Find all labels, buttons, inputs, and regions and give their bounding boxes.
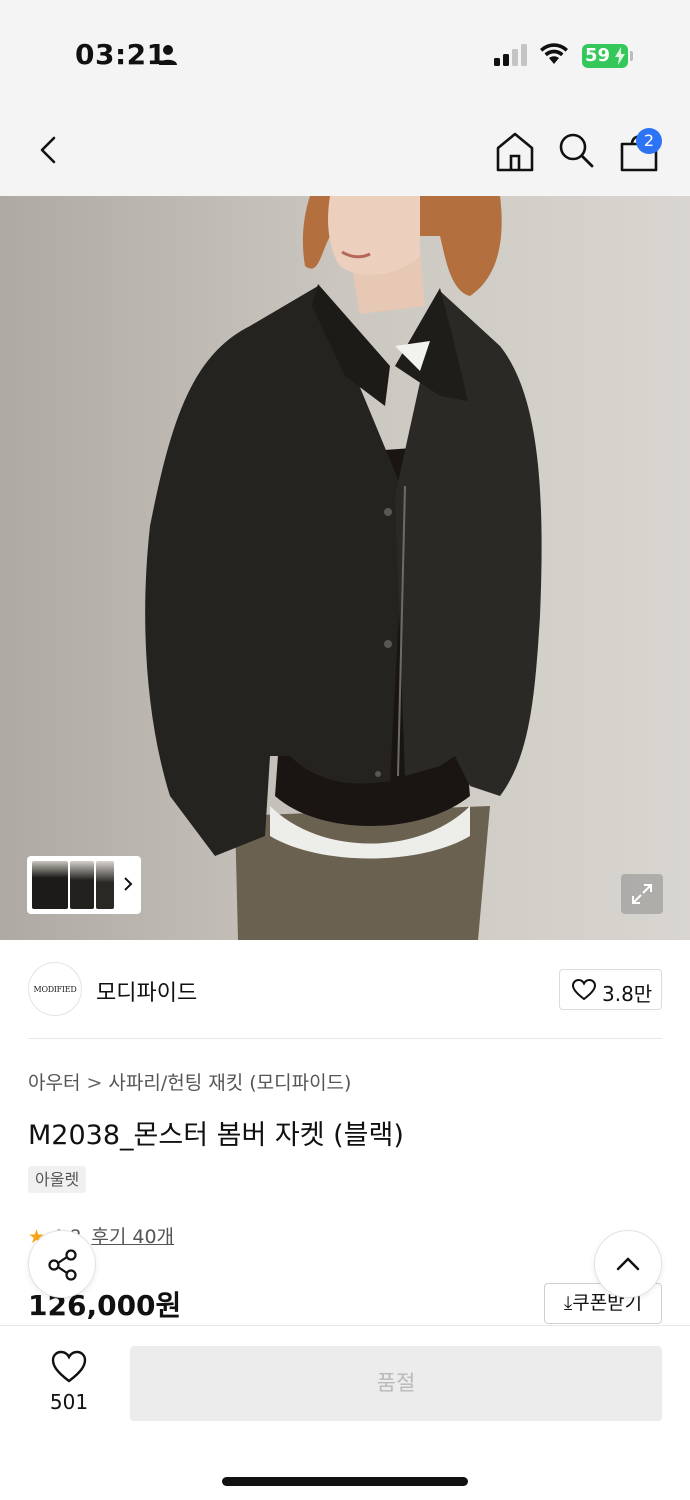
back-icon[interactable] (30, 130, 70, 170)
product-image[interactable] (0, 196, 690, 940)
sold-out-button[interactable]: 품절 (130, 1346, 662, 1421)
battery-indicator: 59 (582, 44, 628, 68)
breadcrumb-item-category[interactable]: 아우터 (28, 1072, 80, 1094)
top-navigation: 2 (0, 110, 690, 196)
cart-count-badge: 2 (636, 128, 662, 154)
person-icon (159, 45, 177, 65)
chevron-right-icon: > (86, 1072, 103, 1094)
share-icon (48, 1249, 77, 1281)
battery-level: 59 (585, 45, 611, 66)
charging-bolt-icon (615, 47, 625, 65)
thumbnail-2[interactable] (70, 861, 94, 909)
heart-icon (51, 1350, 87, 1383)
review-link[interactable]: 후기 40개 (91, 1226, 174, 1248)
wishlist-button[interactable]: 501 (36, 1350, 102, 1420)
wifi-icon (540, 43, 568, 64)
chevron-right-icon (124, 877, 133, 891)
status-bar: 03:21 59 (0, 0, 690, 110)
share-button[interactable] (28, 1230, 96, 1298)
status-time: 03:21 (75, 38, 167, 71)
bottom-action-bar: 501 품절 (0, 1325, 690, 1500)
search-icon[interactable] (556, 130, 596, 170)
heart-icon (572, 979, 596, 1001)
home-indicator (222, 1477, 468, 1486)
outlet-tag: 아울렛 (28, 1166, 87, 1193)
scroll-to-top-button[interactable] (594, 1230, 662, 1298)
brand-like-button[interactable]: 3.8만 (559, 969, 662, 1010)
battery-cap (630, 51, 633, 61)
thumbnail-1[interactable] (32, 861, 68, 909)
brand-like-count: 3.8만 (602, 982, 653, 1006)
wishlist-count: 501 (49, 1390, 89, 1414)
image-thumbnail-strip[interactable] (27, 856, 141, 914)
divider (28, 1038, 662, 1039)
product-photo (0, 196, 690, 940)
product-title: M2038_몬스터 봄버 자켓 (블랙) (28, 1120, 404, 1151)
breadcrumb: 아우터 > 사파리/헌팅 재킷 (모디파이드) (28, 1068, 351, 1095)
expand-icon (632, 884, 652, 904)
thumbnail-3[interactable] (96, 861, 114, 909)
cellular-signal-icon (494, 44, 527, 66)
brand-logo[interactable]: MODIFIED (28, 962, 82, 1016)
home-icon[interactable] (495, 130, 535, 174)
breadcrumb-item-subcategory[interactable]: 사파리/헌팅 재킷 (모디파이드) (108, 1072, 351, 1094)
fullscreen-button[interactable] (621, 874, 663, 914)
chevron-up-icon (616, 1257, 640, 1271)
brand-name[interactable]: 모디파이드 (96, 975, 197, 1007)
